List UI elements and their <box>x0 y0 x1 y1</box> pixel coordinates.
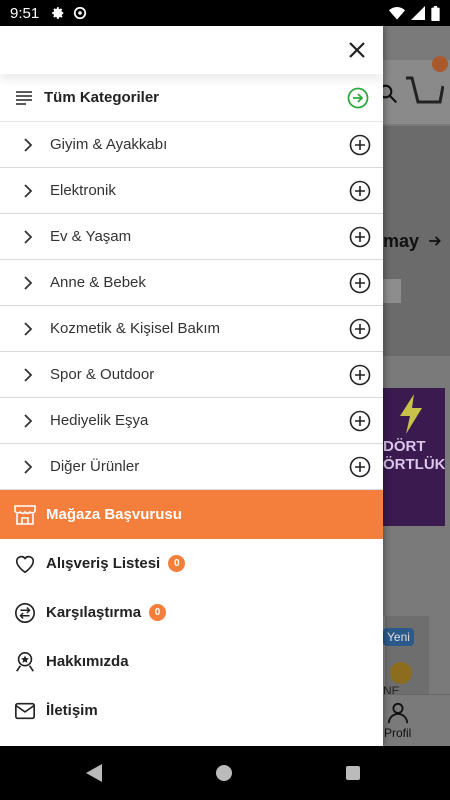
compare-item[interactable]: Karşılaştırma 0 <box>0 588 383 637</box>
category-label: Hediyelik Eşya <box>50 412 149 429</box>
promo-text-2: ÖRTLÜK <box>383 456 446 473</box>
chevron-right-icon <box>24 459 33 474</box>
category-row-elektronik[interactable]: Elektronik <box>0 168 383 214</box>
category-row-kozmetik[interactable]: Kozmetik & Kişisel Bakım <box>0 306 383 352</box>
category-row-diger[interactable]: Diğer Ürünler <box>0 444 383 490</box>
cart-badge <box>432 56 448 72</box>
at-sign-icon <box>74 6 87 20</box>
plus-circle-icon[interactable] <box>349 318 371 340</box>
compare-icon <box>15 602 35 623</box>
award-icon <box>16 651 34 672</box>
category-row-anne-bebek[interactable]: Anne & Bebek <box>0 260 383 306</box>
plus-circle-icon[interactable] <box>349 364 371 386</box>
banner-bar <box>383 279 401 303</box>
home-icon[interactable] <box>216 765 232 781</box>
plus-circle-icon[interactable] <box>349 134 371 156</box>
category-label: Kozmetik & Kişisel Bakım <box>50 320 221 337</box>
wifi-icon <box>389 7 405 20</box>
plus-circle-icon[interactable] <box>349 410 371 432</box>
chevron-right-icon <box>24 229 33 244</box>
category-label: Anne & Bebek <box>50 274 146 291</box>
category-row-hediyelik[interactable]: Hediyelik Eşya <box>0 398 383 444</box>
signal-icon <box>411 6 425 20</box>
category-row-giyim[interactable]: Giyim & Ayakkabı <box>0 122 383 168</box>
category-row-ev-yasam[interactable]: Ev & Yaşam <box>0 214 383 260</box>
chevron-right-icon <box>24 367 33 382</box>
plus-circle-icon[interactable] <box>349 226 371 248</box>
category-row-spor[interactable]: Spor & Outdoor <box>0 352 383 398</box>
contact-item[interactable]: İletişim <box>0 686 383 735</box>
shopping-list-label: Alışveriş Listesi <box>46 555 161 572</box>
drawer-header <box>0 26 383 74</box>
system-nav-bar <box>0 746 450 800</box>
about-label: Hakkımızda <box>46 653 129 670</box>
cart-icon <box>406 76 444 104</box>
contact-label: İletişim <box>46 702 98 719</box>
promo-text-1: DÖRT <box>383 438 426 455</box>
category-label: Ev & Yaşam <box>50 228 132 245</box>
arrow-right-icon <box>429 236 441 246</box>
profile-icon <box>387 702 409 724</box>
close-icon <box>349 42 365 58</box>
lightning-icon <box>400 394 422 434</box>
battery-icon <box>431 5 440 21</box>
category-label: Diğer Ürünler <box>50 458 140 475</box>
shopping-list-item[interactable]: Alışveriş Listesi 0 <box>0 539 383 588</box>
all-categories-label: Tüm Kategoriler <box>44 89 160 106</box>
arrow-circle-icon[interactable] <box>347 87 369 109</box>
chevron-right-icon <box>24 275 33 290</box>
new-badge: Yeni <box>383 628 414 646</box>
category-label: Giyim & Ayakkabı <box>50 136 168 153</box>
profile-label: Profil <box>384 726 412 740</box>
mail-icon <box>15 702 35 719</box>
chevron-right-icon <box>24 413 33 428</box>
plus-circle-icon[interactable] <box>349 456 371 478</box>
chevron-right-icon <box>24 137 33 152</box>
store-apply-label: Mağaza Başvurusu <box>46 506 182 523</box>
status-bar: 9:51 <box>0 0 450 26</box>
all-categories-row[interactable]: Tüm Kategoriler <box>0 74 383 122</box>
status-time: 9:51 <box>10 4 40 22</box>
recents-icon[interactable] <box>346 766 360 780</box>
list-icon <box>16 90 32 105</box>
back-icon[interactable] <box>86 764 102 782</box>
plus-circle-icon[interactable] <box>349 272 371 294</box>
chevron-right-icon <box>24 321 33 336</box>
shopping-list-count-badge: 0 <box>168 555 186 572</box>
navigation-drawer: Tüm Kategoriler Giyim & Ayakkabı Elektro… <box>0 26 383 746</box>
store-apply-button[interactable]: Mağaza Başvurusu <box>0 490 383 539</box>
compare-label: Karşılaştırma <box>46 604 142 621</box>
about-item[interactable]: Hakkımızda <box>0 637 383 686</box>
settings-gear-icon <box>52 7 64 19</box>
chevron-right-icon <box>24 183 33 198</box>
product-image <box>390 662 412 684</box>
compare-count-badge: 0 <box>149 604 167 621</box>
close-button[interactable] <box>345 38 369 62</box>
store-icon <box>14 504 36 525</box>
category-label: Spor & Outdoor <box>50 366 155 383</box>
plus-circle-icon[interactable] <box>349 180 371 202</box>
banner-text: may <box>383 231 420 251</box>
heart-icon <box>15 555 35 573</box>
category-label: Elektronik <box>50 182 116 199</box>
